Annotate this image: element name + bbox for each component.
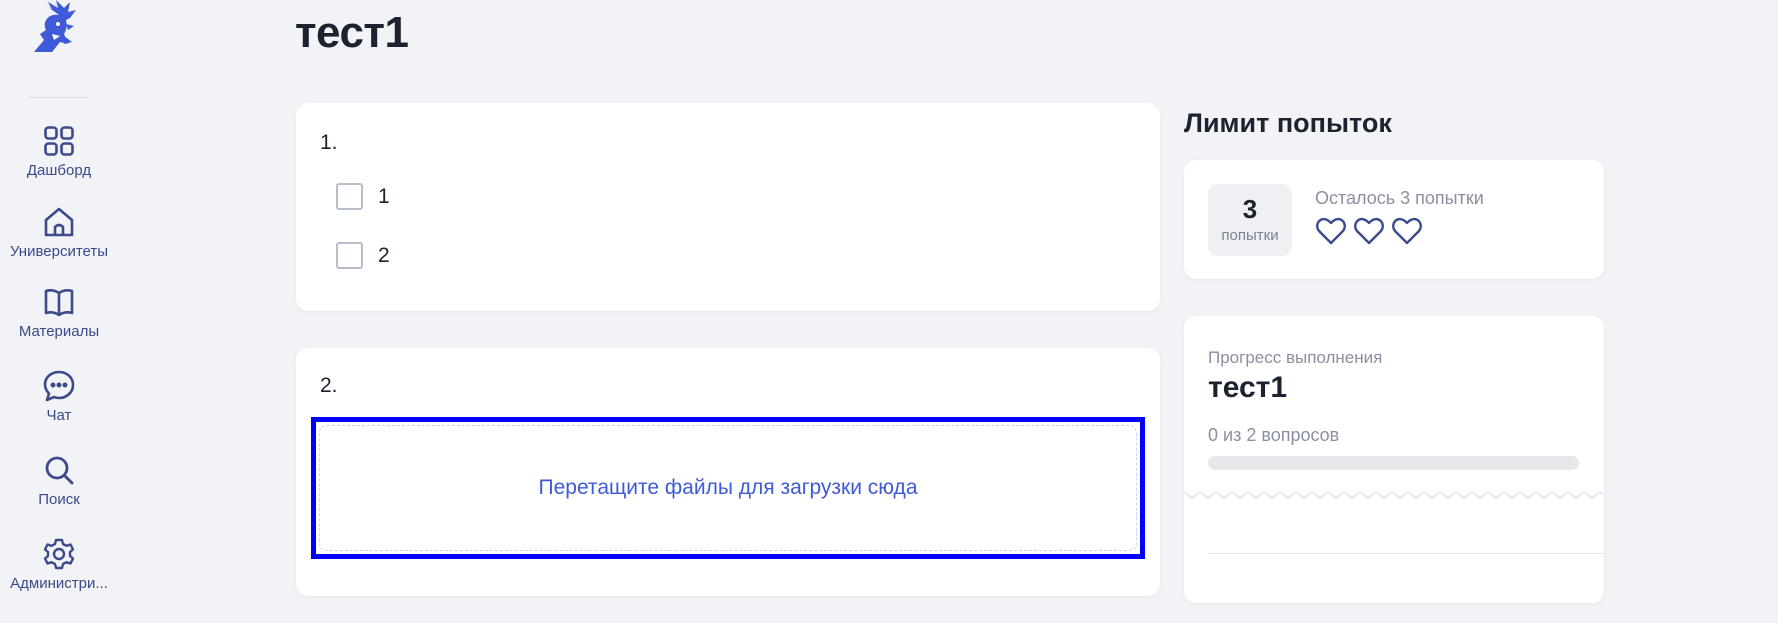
file-dropzone[interactable]: Перетащите файлы для загрузки сюда (311, 417, 1145, 559)
sidebar-item-label: Чат (46, 407, 72, 424)
book-icon (42, 285, 76, 319)
dashboard-icon (42, 124, 76, 158)
attempts-heading: Лимит попыток (1184, 108, 1392, 138)
question-number: 2. (320, 374, 338, 397)
sidebar-item-label: Материалы (18, 323, 100, 340)
zigzag-divider (1184, 490, 1604, 500)
question-card-2: 2. Перетащите файлы для загрузки сюда (296, 348, 1160, 596)
logo-icon[interactable] (30, 0, 86, 52)
sidebar-item-label: Дашборд (26, 162, 92, 179)
sidebar-item-label: Администри... (10, 575, 108, 592)
progress-title: тест1 (1208, 371, 1288, 404)
heart-icon (1392, 217, 1422, 245)
sidebar-item-label: Поиск (38, 491, 80, 508)
sidebar-item-dashboard[interactable]: Дашборд (0, 124, 118, 179)
heart-icon (1316, 217, 1346, 245)
attempts-card: 3 попытки Осталось 3 попытки (1184, 160, 1604, 279)
attempts-badge: 3 попытки (1208, 184, 1292, 256)
sidebar-item-admin[interactable]: Администри... (0, 537, 118, 592)
sidebar-item-search[interactable]: Поиск (0, 453, 118, 508)
hearts-row (1315, 215, 1423, 247)
sidebar-item-label: Университеты (9, 243, 109, 260)
progress-count: 0 из 2 вопросов (1208, 425, 1340, 445)
sidebar-divider (29, 97, 89, 98)
gear-icon (42, 537, 76, 571)
file-dropzone-area[interactable]: Перетащите файлы для загрузки сюда (319, 425, 1137, 551)
option-label: 2 (378, 243, 390, 267)
sidebar-item-materials[interactable]: Материалы (0, 285, 118, 340)
checkbox[interactable] (336, 183, 363, 210)
progress-card: Прогресс выполнения тест1 0 из 2 вопросо… (1184, 316, 1604, 603)
progress-label: Прогресс выполнения (1208, 348, 1383, 367)
answer-option-2[interactable]: 2 (336, 242, 390, 269)
question-card-1: 1. 1 2 (296, 103, 1160, 311)
option-label: 1 (378, 184, 390, 208)
attempts-remaining: Осталось 3 попытки (1315, 188, 1484, 208)
attempts-unit: попытки (1221, 227, 1279, 244)
chat-icon (42, 369, 76, 403)
university-icon (42, 205, 76, 239)
page-title: тест1 (295, 8, 409, 57)
answer-option-1[interactable]: 1 (336, 183, 390, 210)
progress-divider (1208, 553, 1604, 554)
sidebar-item-chat[interactable]: Чат (0, 369, 118, 424)
search-icon (42, 453, 76, 487)
dropzone-text: Перетащите файлы для загрузки сюда (538, 476, 918, 499)
progress-bar (1208, 456, 1579, 470)
sidebar: Дашборд Университеты Материалы Чат Поиск… (0, 0, 118, 623)
sidebar-item-universities[interactable]: Университеты (0, 205, 118, 260)
heart-icon (1354, 217, 1384, 245)
attempts-count: 3 (1242, 194, 1258, 224)
checkbox[interactable] (336, 242, 363, 269)
question-number: 1. (320, 131, 338, 154)
